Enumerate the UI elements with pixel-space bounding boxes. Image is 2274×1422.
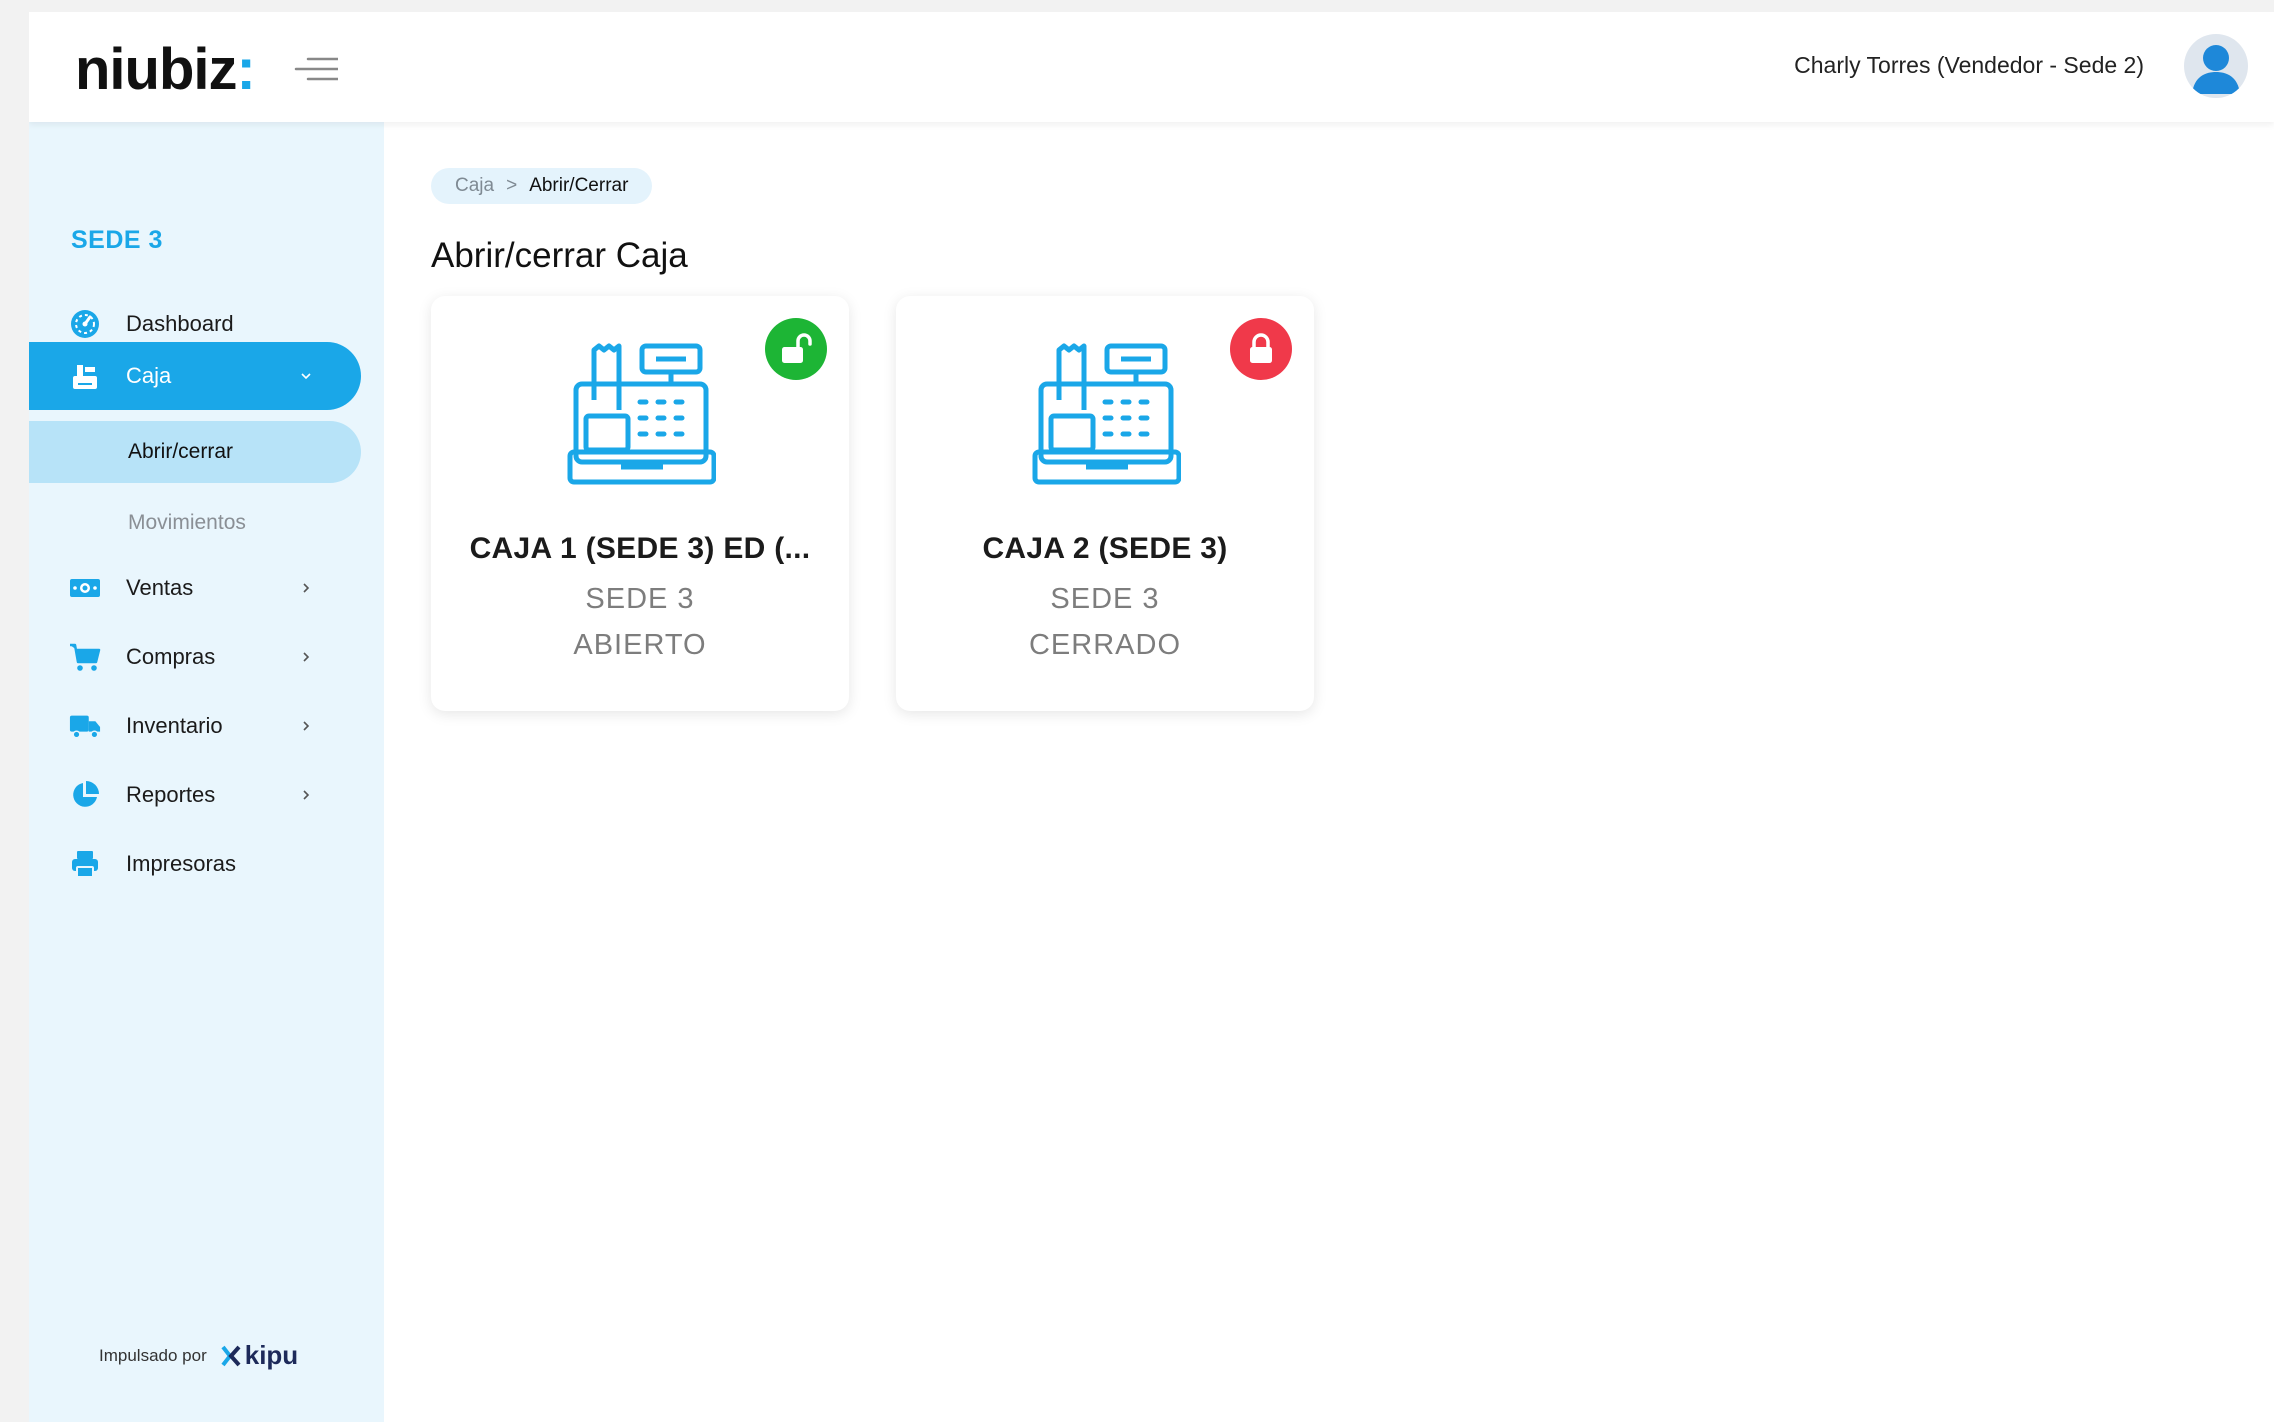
sidebar-item-caja[interactable]: Caja <box>29 342 361 410</box>
chevron-down-icon <box>301 373 311 380</box>
truck-icon <box>69 710 101 742</box>
caja-sede: SEDE 3 <box>585 583 695 615</box>
sidebar-subitem-abrir-cerrar[interactable]: Abrir/cerrar <box>29 421 361 483</box>
sidebar-item-label: Reportes <box>126 782 216 807</box>
sede-label: SEDE 3 <box>71 226 163 254</box>
niubiz-logo[interactable]: niubiz: <box>75 36 256 103</box>
cash-register-icon <box>69 360 101 392</box>
locked-icon <box>1250 333 1272 363</box>
chevron-right-icon <box>303 790 310 800</box>
caja-status: CERRADO <box>1028 629 1181 661</box>
unlocked-icon <box>782 333 812 363</box>
breadcrumb-separator: > <box>506 175 518 196</box>
powered-by-label: Impulsado por <box>99 1345 207 1365</box>
sidebar: SEDE 3 Dashboard Caja Abrir/cerrar Movim… <box>29 122 384 1422</box>
cash-register-icon <box>1032 343 1181 485</box>
sidebar-item-label: Ventas <box>126 575 194 600</box>
sidebar-item-label: Inventario <box>126 713 223 738</box>
app-window: niubiz: Charly Torres (Vendedor - Sede 2… <box>29 12 2274 1422</box>
kipu-logo-icon <box>221 1345 241 1366</box>
hamburger-menu-icon[interactable] <box>294 54 338 84</box>
sidebar-item-ventas[interactable]: Ventas <box>29 554 361 622</box>
status-badge-closed[interactable] <box>1230 318 1292 380</box>
cart-icon <box>69 641 101 673</box>
sidebar-subitem-label: Abrir/cerrar <box>128 440 234 463</box>
caja-name: CAJA 2 (SEDE 3) <box>982 532 1228 565</box>
caja-name: CAJA 1 (SEDE 3) ED (... <box>469 532 811 565</box>
chevron-right-icon <box>303 583 310 593</box>
sidebar-item-label: Dashboard <box>126 311 234 336</box>
top-header: niubiz: Charly Torres (Vendedor - Sede 2… <box>29 12 2274 122</box>
user-avatar-icon <box>2192 45 2240 94</box>
printer-icon <box>69 848 101 880</box>
logo-text: niubiz <box>75 37 238 102</box>
status-badge-open[interactable] <box>765 318 827 380</box>
sidebar-item-impresoras[interactable]: Impresoras <box>29 830 361 898</box>
sidebar-subitem-label: Movimientos <box>128 511 246 534</box>
logo-colon: : <box>236 37 256 102</box>
chevron-right-icon <box>303 652 310 662</box>
sidebar-item-inventario[interactable]: Inventario <box>29 692 361 760</box>
caja-card-2[interactable]: CAJA 2 (SEDE 3) SEDE 3 CERRADO <box>896 296 1314 711</box>
breadcrumb: Caja > Abrir/Cerrar <box>431 168 653 204</box>
breadcrumb-item-caja[interactable]: Caja <box>455 175 494 197</box>
cash-register-icon <box>567 343 716 485</box>
sidebar-item-reportes[interactable]: Reportes <box>29 761 361 829</box>
sidebar-subitem-movimientos[interactable]: Movimientos <box>29 492 361 554</box>
powered-by: Impulsado por kipu <box>99 1340 298 1371</box>
sidebar-item-label: Impresoras <box>126 851 237 876</box>
caja-status: ABIERTO <box>573 629 707 661</box>
money-icon <box>69 572 101 604</box>
dashboard-icon <box>69 308 101 340</box>
pie-chart-icon <box>69 779 101 811</box>
user-name-label[interactable]: Charly Torres (Vendedor - Sede 2) <box>1794 52 2144 79</box>
sidebar-item-label: Compras <box>126 644 216 669</box>
caja-sede: SEDE 3 <box>1050 583 1160 615</box>
user-avatar[interactable] <box>2184 34 2248 98</box>
chevron-right-icon <box>303 721 310 731</box>
breadcrumb-item-current: Abrir/Cerrar <box>529 175 629 196</box>
page-title: Abrir/cerrar Caja <box>431 236 688 275</box>
kipu-logo-text: kipu <box>244 1340 299 1370</box>
kipu-logo[interactable]: kipu <box>221 1340 298 1371</box>
sidebar-item-label: Caja <box>126 363 172 388</box>
caja-card-1[interactable]: CAJA 1 (SEDE 3) ED (... SEDE 3 ABIERTO <box>431 296 849 711</box>
sidebar-item-compras[interactable]: Compras <box>29 623 361 691</box>
